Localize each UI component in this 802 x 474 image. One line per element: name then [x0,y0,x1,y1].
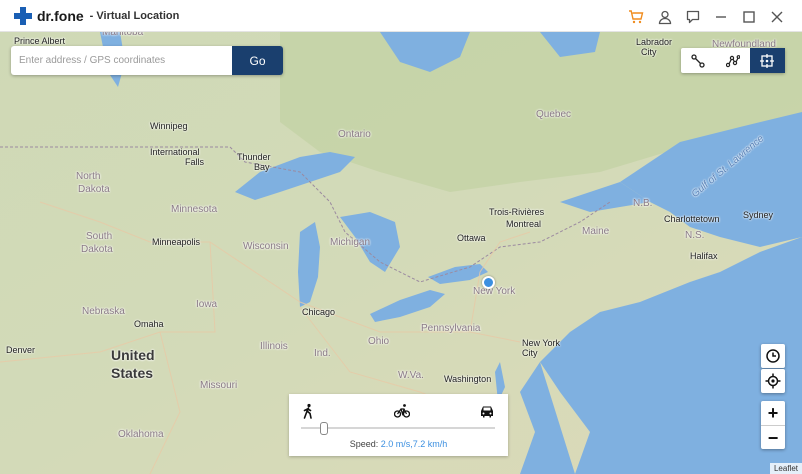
map-label: North [76,171,101,182]
crosshair-icon [765,373,781,389]
map-label: Wisconsin [243,241,289,252]
map-label: Quebec [536,109,572,120]
leaflet-attribution[interactable]: Leaflet [769,463,802,474]
search-bar: Go [11,46,283,75]
map-label: Chicago [302,307,336,317]
map-label: Dakota [81,244,113,255]
map-label: Michigan [330,237,371,248]
map-label: Labrador [636,37,673,47]
map-label: International [150,147,200,157]
one-stop-route-button[interactable] [681,48,716,73]
map-label: Ohio [368,336,390,347]
map-label: United [111,347,155,363]
map-label: Thunder [237,152,271,162]
map-label: Charlottetown [664,214,720,224]
multi-stop-route-icon [725,54,740,67]
minimize-icon[interactable] [710,6,732,28]
map-label: Dakota [78,184,110,195]
map-label: Halifax [690,251,718,261]
user-icon[interactable] [654,6,676,28]
speed-slider-thumb[interactable] [320,422,329,435]
map-label: N.B. [633,198,653,209]
zoom-in-button[interactable]: + [761,401,785,425]
history-button[interactable] [761,344,785,368]
map-label: City [522,348,538,358]
search-input[interactable] [11,46,232,75]
zoom-out-button[interactable]: − [761,425,785,449]
go-button[interactable]: Go [232,46,283,75]
map-label: Sydney [743,210,774,220]
map-label: Maine [582,226,610,237]
map-label: Denver [6,345,36,355]
center-on-me-button[interactable] [761,369,785,393]
feedback-icon[interactable] [682,6,704,28]
map-label: Winnipeg [150,121,188,131]
map-label: Ottawa [457,233,486,243]
clock-icon [766,349,780,363]
speed-slider-track[interactable] [301,427,495,429]
map-label: Oklahoma [118,429,164,440]
one-stop-route-icon [691,53,705,68]
speed-value: 2.0 m/s,7.2 km/h [380,439,448,449]
app-logo: dr.fone - Virtual Location [14,7,179,25]
close-icon[interactable] [766,6,788,28]
window-title: - Virtual Location [89,10,180,22]
mode-toolbar [681,48,785,73]
bike-icon [394,404,410,418]
map-label: Bay [254,162,270,172]
walk-icon [303,403,312,419]
walk-mode-button[interactable] [299,402,317,420]
bike-mode-button[interactable] [393,402,411,420]
maximize-icon[interactable] [738,6,760,28]
map-label: Iowa [196,299,218,310]
map-canvas[interactable]: Prince Albert Manitoba Labrador City Newfoun… [0,32,802,474]
map-label: Illinois [260,341,288,352]
map-label: Missouri [200,380,238,391]
map-label: Minnesota [171,204,218,215]
map-label: Montreal [506,219,542,229]
map-label: Trois-Rivières [489,207,545,217]
speed-label: Speed: [349,439,379,449]
map-label: N.S. [685,230,705,241]
zoom-control: + − [761,401,785,449]
car-mode-button[interactable] [478,402,496,420]
map-label: Prince Albert [14,36,66,46]
map-label: South [86,231,113,242]
map-label: Washington [444,374,492,384]
map-label: Omaha [134,319,164,329]
speed-readout: Speed: 2.0 m/s,7.2 km/h [289,439,508,449]
map-label: Minneapolis [152,237,201,247]
teleport-mode-icon [760,53,775,68]
map-label: New York [473,286,516,297]
drfone-logo-icon [14,7,32,25]
multi-stop-route-button[interactable] [716,48,751,73]
teleport-mode-button[interactable] [750,48,785,73]
speed-panel: Speed: 2.0 m/s,7.2 km/h [289,394,508,456]
cart-icon[interactable] [625,6,647,28]
car-icon [481,406,493,418]
map-label: New York [522,338,561,348]
map-label: Manitoba [102,32,144,38]
map-label: Ind. [314,348,331,359]
map-label: States [111,365,154,381]
title-bar: dr.fone - Virtual Location [0,0,802,32]
current-location-marker[interactable] [482,276,495,289]
map-label: Pennsylvania [421,323,481,334]
map-label: Nebraska [82,306,125,317]
map-label: Ontario [338,129,371,140]
map-label: Falls [185,157,205,167]
map-label: W.Va. [398,370,424,381]
map-label: City [641,47,657,57]
brand-name: dr.fone [37,8,84,24]
